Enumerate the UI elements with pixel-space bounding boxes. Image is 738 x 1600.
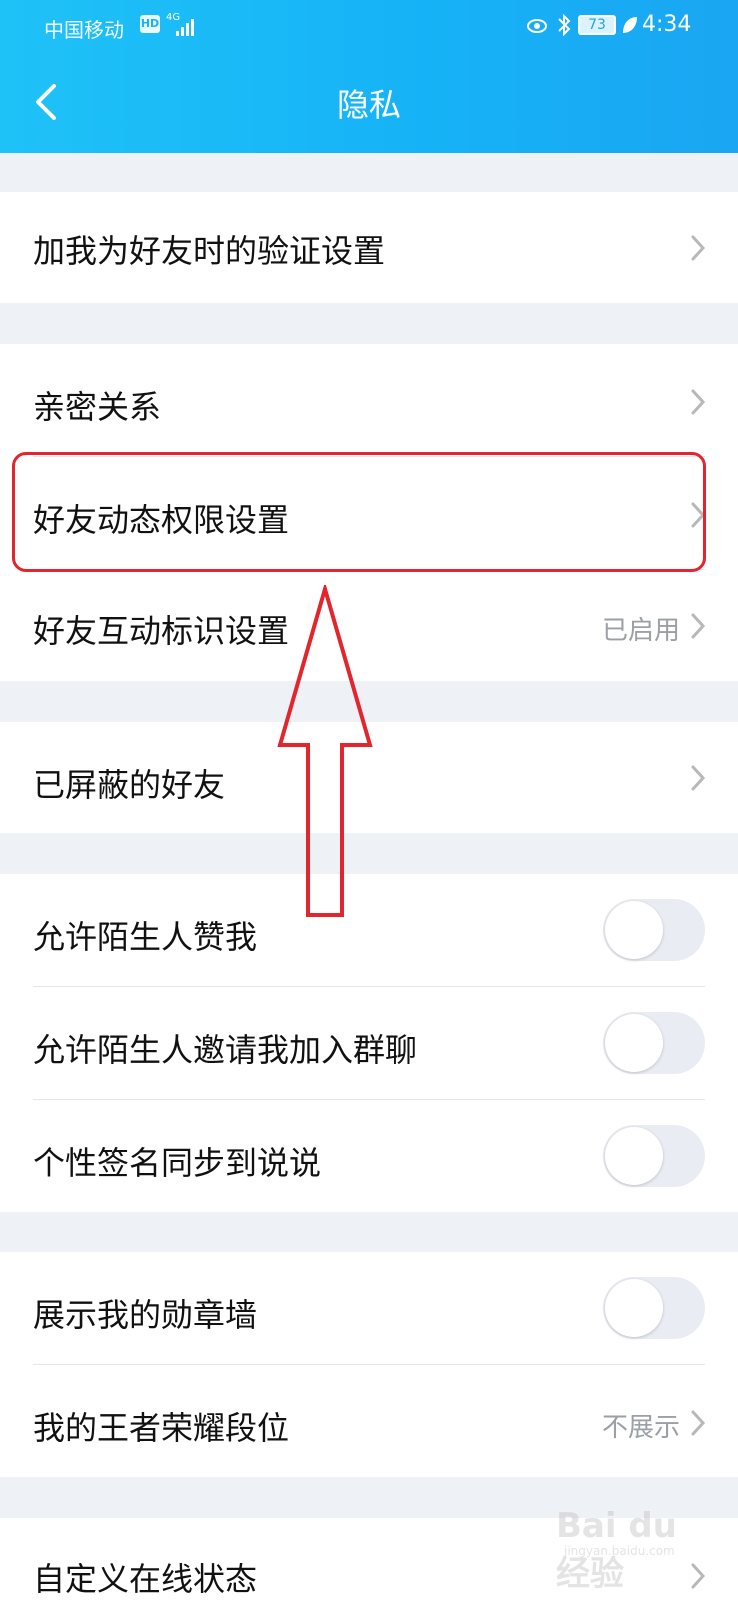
list-item[interactable]: 亲密关系: [0, 344, 738, 456]
clock: 4:34: [642, 12, 692, 37]
chevron-right-icon: [691, 613, 706, 639]
chevron-right-icon: [691, 389, 706, 415]
toggle-knob: [605, 901, 663, 959]
chevron-right-icon: [691, 765, 706, 791]
list-item[interactable]: 我的王者荣耀段位 不展示: [0, 1365, 738, 1477]
list-item: 个性签名同步到说说: [0, 1100, 738, 1212]
app-header: 中国移动 HD 4G 73 4:34 隐私: [0, 0, 738, 153]
item-label: 亲密关系: [33, 388, 162, 426]
toggle-switch[interactable]: [603, 1012, 705, 1074]
toggle-knob: [605, 1014, 663, 1072]
power-saving-icon: [623, 17, 637, 33]
watermark: Bai du 经验 jingyan.baidu.com: [556, 1504, 696, 1594]
settings-group: 加我为好友时的验证设置: [0, 192, 738, 303]
status-value: 已启用: [601, 616, 680, 646]
status-bar: 中国移动 HD 4G 73 4:34: [0, 0, 738, 52]
settings-group: 允许陌生人赞我 允许陌生人邀请我加入群聊 个性签名同步到说说: [0, 874, 738, 1212]
up-arrow-annotation: [277, 585, 373, 917]
list-item: 展示我的勋章墙: [0, 1252, 738, 1364]
item-label: 我的王者荣耀段位: [33, 1409, 290, 1447]
settings-group: 展示我的勋章墙 我的王者荣耀段位 不展示: [0, 1252, 738, 1477]
toggle-switch[interactable]: [603, 899, 705, 961]
toggle-knob: [605, 1279, 663, 1337]
item-label: 展示我的勋章墙: [33, 1296, 258, 1334]
signal-icon: 4G: [166, 12, 202, 38]
item-label: 允许陌生人赞我: [33, 918, 258, 956]
item-label: 已屏蔽的好友: [33, 766, 226, 804]
hd-badge: HD: [140, 15, 160, 33]
item-label: 加我为好友时的验证设置: [33, 232, 386, 270]
chevron-right-icon: [691, 1410, 706, 1436]
watermark-site: jingyan.baidu.com: [564, 1544, 675, 1558]
list-item: 允许陌生人邀请我加入群聊: [0, 987, 738, 1099]
highlight-box: [12, 452, 706, 572]
battery-level: 73: [578, 15, 616, 35]
toggle-switch[interactable]: [603, 1277, 705, 1339]
toggle-switch[interactable]: [603, 1125, 705, 1187]
eye-comfort-icon: [527, 19, 547, 33]
item-label: 自定义在线状态: [33, 1560, 258, 1598]
bluetooth-icon: [558, 13, 571, 37]
carrier-label: 中国移动: [44, 18, 124, 42]
status-value: 不展示: [601, 1413, 680, 1443]
list-item[interactable]: 加我为好友时的验证设置: [0, 192, 738, 303]
item-label: 个性签名同步到说说: [33, 1144, 322, 1182]
item-label: 好友互动标识设置: [33, 612, 290, 650]
chevron-right-icon: [691, 235, 706, 261]
page-title: 隐私: [336, 86, 401, 124]
item-label: 允许陌生人邀请我加入群聊: [33, 1031, 418, 1069]
toggle-knob: [605, 1127, 663, 1185]
